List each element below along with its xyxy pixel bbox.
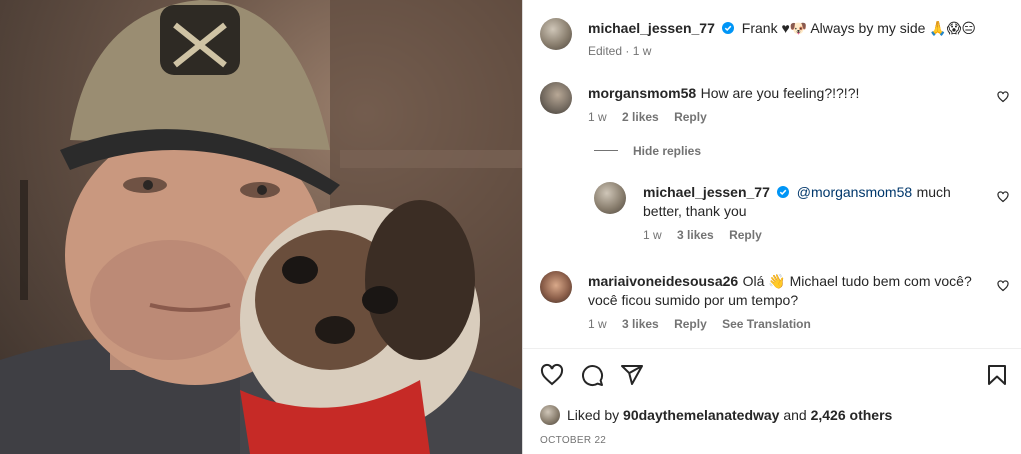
liker-avatar[interactable]: [540, 405, 560, 425]
post-detail-panel: michael_jessen_77 Frank ♥🐶 Always by my …: [522, 0, 1021, 454]
comment-username[interactable]: mariaivoneidesousa26: [588, 273, 738, 289]
hide-replies-label: Hide replies: [633, 144, 702, 158]
commenter-avatar[interactable]: [540, 271, 572, 303]
reply-comment: michael_jessen_77 @morgansmom58 much bet…: [643, 183, 983, 221]
commenter-avatar[interactable]: [540, 82, 572, 114]
verified-icon: [722, 22, 735, 34]
replies-divider: [594, 150, 618, 151]
likes-and: and: [783, 407, 807, 423]
reply-mention[interactable]: @morgansmom58: [797, 184, 912, 200]
edited-time[interactable]: 1 w: [633, 44, 652, 58]
liker-username[interactable]: 90daythemelanatedway: [623, 407, 779, 423]
comment-time[interactable]: 1 w: [588, 317, 607, 331]
comment-text: How are you feeling?!?!?!: [700, 85, 860, 101]
bookmark-icon[interactable]: [985, 363, 1009, 387]
likes-prefix: Liked by: [567, 407, 620, 423]
reply-meta: 1 w 3 likes Reply: [643, 228, 762, 242]
reply-likes[interactable]: 3 likes: [677, 228, 714, 242]
reply-button[interactable]: Reply: [674, 317, 707, 331]
caption-meta: Edited · 1 w: [588, 44, 652, 58]
hide-replies-button[interactable]: Hide replies: [633, 144, 701, 158]
comment: morgansmom58 How are you feeling?!?!?!: [588, 84, 988, 103]
action-divider: [523, 348, 1021, 349]
author-username[interactable]: michael_jessen_77: [588, 20, 715, 36]
post-date[interactable]: OCTOBER 22: [540, 435, 606, 446]
post-photo[interactable]: [0, 0, 522, 454]
verified-icon: [777, 186, 790, 198]
comment-time[interactable]: 1 w: [588, 110, 607, 124]
comment-meta: 1 w 3 likes Reply See Translation: [588, 317, 811, 331]
heart-icon[interactable]: [540, 363, 564, 387]
share-icon[interactable]: [620, 363, 644, 387]
reply-time[interactable]: 1 w: [643, 228, 662, 242]
comment-username[interactable]: morgansmom58: [588, 85, 696, 101]
caption: michael_jessen_77 Frank ♥🐶 Always by my …: [588, 19, 1008, 38]
heart-icon[interactable]: [997, 91, 1009, 103]
comment-likes[interactable]: 3 likes: [622, 317, 659, 331]
comment-likes[interactable]: 2 likes: [622, 110, 659, 124]
edited-label: Edited: [588, 44, 623, 58]
reply-username[interactable]: michael_jessen_77: [643, 184, 770, 200]
comment-meta: 1 w 2 likes Reply: [588, 110, 707, 124]
comment-icon[interactable]: [580, 363, 604, 387]
author-avatar[interactable]: [540, 18, 572, 50]
caption-text: Frank ♥🐶 Always by my side 🙏😱😑: [741, 20, 976, 36]
comment: mariaivoneidesousa26 Olá 👋 Michael tudo …: [588, 272, 988, 310]
likes-summary: Liked by 90daythemelanatedway and 2,426 …: [567, 406, 892, 424]
heart-icon[interactable]: [997, 280, 1009, 292]
see-translation-button[interactable]: See Translation: [722, 317, 811, 331]
reply-avatar[interactable]: [594, 182, 626, 214]
heart-icon[interactable]: [997, 191, 1009, 203]
likes-others-link[interactable]: 2,426 others: [811, 407, 893, 423]
reply-button[interactable]: Reply: [729, 228, 762, 242]
reply-button[interactable]: Reply: [674, 110, 707, 124]
post-image: [0, 0, 522, 454]
